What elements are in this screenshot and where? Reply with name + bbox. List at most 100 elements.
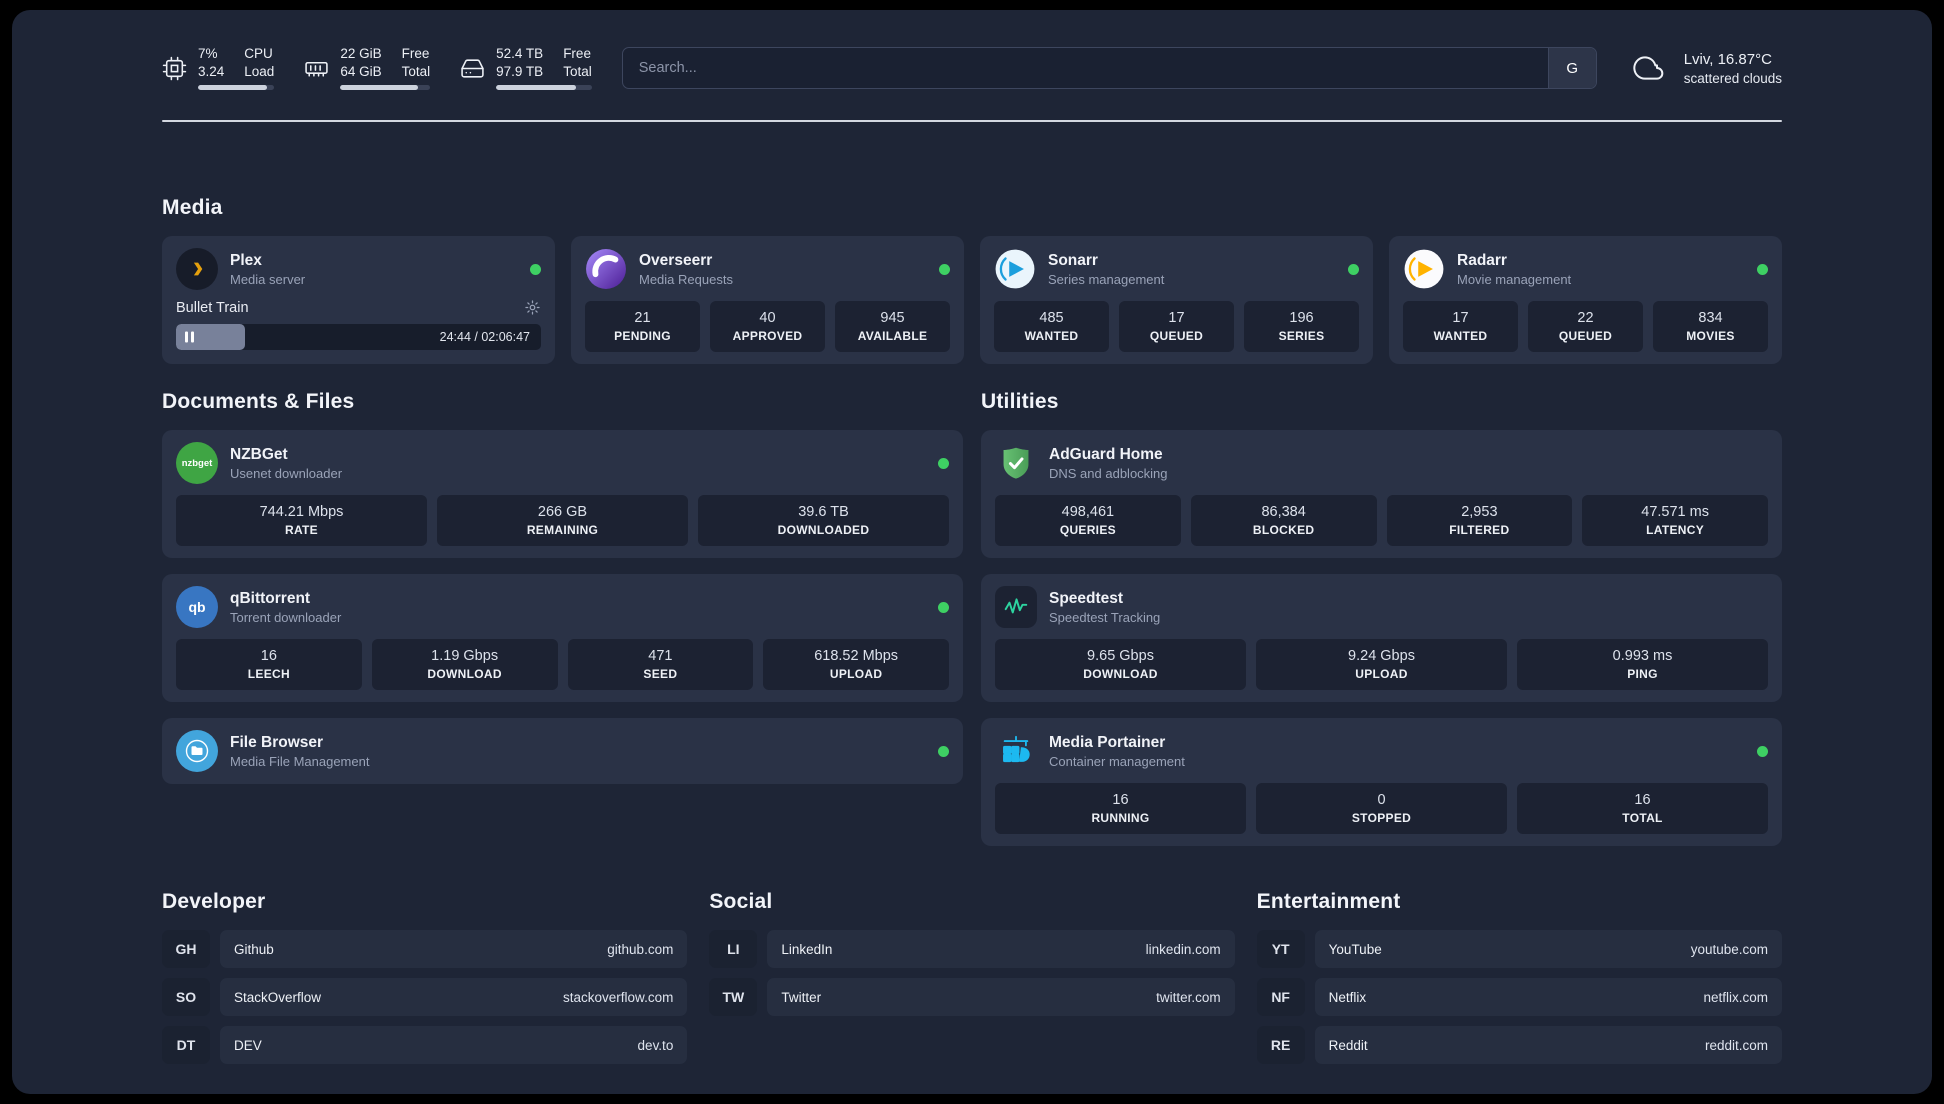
disk-widget: 52.4 TB 97.9 TB Free Total	[460, 46, 592, 90]
app-subtitle: Media File Management	[230, 753, 370, 769]
stat-wanted: 17 WANTED	[1403, 301, 1518, 352]
cpu-widget: 7% 3.24 CPU Load	[162, 46, 275, 90]
bookmark-row-github: GH Github github.com	[162, 930, 688, 968]
developer-section: Developer GH Github github.com SO StackO…	[162, 890, 688, 1064]
radarr-card[interactable]: Radarr Movie management 17 WANTED 22 QUEUE…	[1389, 236, 1782, 364]
bookmark-link-stackoverflow[interactable]: StackOverflow stackoverflow.com	[220, 978, 688, 1016]
ram-free-value: 22 GiB	[340, 46, 382, 61]
stat-remaining: 266 GB REMAINING	[437, 495, 688, 546]
portainer-card[interactable]: Media Portainer Container management 16 R…	[981, 718, 1782, 846]
nzbget-card[interactable]: nzbget NZBGet Usenet downloader 744.21 M…	[162, 430, 963, 558]
cloud-icon	[1627, 52, 1671, 84]
playback-progress-bar[interactable]: 24:44 / 02:06:47	[176, 324, 541, 350]
overseerr-card[interactable]: Overseerr Media Requests 21 PENDING 40 APP…	[571, 236, 964, 364]
app-name: AdGuard Home	[1049, 445, 1163, 463]
app-subtitle: Container management	[1049, 753, 1185, 769]
stat-upload: 9.24 Gbps UPLOAD	[1256, 639, 1507, 690]
speedtest-card[interactable]: Speedtest Speedtest Tracking 9.65 Gbps DO…	[981, 574, 1782, 702]
section-title-documents: Documents & Files	[162, 390, 355, 413]
bookmark-link-reddit[interactable]: Reddit reddit.com	[1314, 1026, 1782, 1064]
adguard-shield-icon	[995, 442, 1037, 484]
status-dot	[939, 263, 950, 275]
status-dot	[1348, 263, 1359, 275]
app-subtitle: Usenet downloader	[230, 465, 343, 481]
app-subtitle: DNS and adblocking	[1049, 465, 1168, 481]
stat-leech: 16 LEECH	[176, 639, 362, 690]
now-playing-title: Bullet Train	[176, 299, 249, 316]
status-dot	[1757, 745, 1768, 757]
app-name: Media Portainer	[1049, 733, 1166, 751]
pause-icon[interactable]	[185, 331, 194, 343]
app-subtitle: Movie management	[1457, 271, 1572, 287]
ram-widget: 22 GiB 64 GiB Free Total	[304, 46, 431, 90]
status-dot	[530, 263, 541, 275]
stat-upload: 618.52 Mbps UPLOAD	[763, 639, 949, 690]
stat-queued: 17 QUEUED	[1119, 301, 1234, 352]
bookmark-abbr: NF	[1256, 978, 1305, 1016]
weather-widget: Lviv, 16.87°C scattered clouds	[1627, 51, 1782, 86]
disk-bar	[496, 85, 592, 90]
cpu-chip-icon	[162, 56, 187, 81]
plex-icon	[176, 248, 218, 290]
search-input[interactable]	[622, 48, 1548, 88]
cpu-label: CPU	[244, 46, 273, 61]
cpu-usage-value: 7%	[198, 46, 218, 61]
plex-card[interactable]: Plex Media server Bullet Train 24:44 / 0…	[162, 236, 555, 364]
sonarr-card[interactable]: Sonarr Series management 485 WANTED 17 QUE…	[980, 236, 1373, 364]
bookmark-abbr: TW	[709, 978, 758, 1016]
app-name: Plex	[230, 251, 262, 269]
filebrowser-icon	[176, 730, 218, 772]
cpu-load-value: 3.24	[198, 64, 225, 79]
stat-download: 9.65 Gbps DOWNLOAD	[995, 639, 1246, 690]
nzbget-icon: nzbget	[176, 442, 218, 484]
stat-blocked: 86,384 BLOCKED	[1190, 495, 1377, 546]
app-name: Overseerr	[639, 251, 713, 269]
stat-running: 16 RUNNING	[995, 783, 1246, 834]
stat-total: 16 TOTAL	[1517, 783, 1768, 834]
sonarr-icon	[994, 248, 1036, 290]
social-section: Social LI LinkedIn linkedin.com TW Twitt…	[709, 890, 1235, 1064]
bookmark-link-dev[interactable]: DEV dev.to	[220, 1026, 688, 1064]
hard-drive-icon	[460, 56, 485, 81]
stat-rate: 744.21 Mbps RATE	[176, 495, 427, 546]
radarr-icon	[1403, 248, 1445, 290]
status-dot	[1757, 263, 1768, 275]
dashboard-screen: 7% 3.24 CPU Load 22 GiB 64 GiB Free Tota…	[0, 0, 1944, 1104]
bookmark-abbr: RE	[1256, 1026, 1305, 1064]
stat-latency: 47.571 ms LATENCY	[1582, 495, 1768, 546]
app-subtitle: Media Requests	[639, 271, 733, 287]
bookmark-link-netflix[interactable]: Netflix netflix.com	[1314, 978, 1782, 1016]
stat-downloaded: 39.6 TB DOWNLOADED	[698, 495, 949, 546]
qbittorrent-card[interactable]: qb qBittorrent Torrent downloader 16 LEEC…	[162, 574, 963, 702]
bookmark-abbr: DT	[162, 1026, 210, 1064]
dashboard-panel: 7% 3.24 CPU Load 22 GiB 64 GiB Free Tota…	[12, 10, 1932, 1094]
topbar-divider	[162, 120, 1782, 122]
bookmark-row-twitter: TW Twitter twitter.com	[709, 978, 1235, 1016]
cpu-bar	[198, 85, 275, 90]
bookmark-row-linkedin: LI LinkedIn linkedin.com	[709, 930, 1235, 968]
stat-series: 196 SERIES	[1244, 301, 1359, 352]
bookmark-row-stackoverflow: SO StackOverflow stackoverflow.com	[162, 978, 688, 1016]
status-dot	[938, 601, 949, 613]
ram-icon	[304, 56, 329, 81]
documents-section: Documents & Files nzbget NZBGet Usenet d…	[162, 390, 963, 784]
stat-seed: 471 SEED	[567, 639, 754, 690]
bookmark-link-linkedin[interactable]: LinkedIn linkedin.com	[767, 930, 1235, 968]
bookmark-row-netflix: NF Netflix netflix.com	[1256, 978, 1782, 1016]
adguard-card[interactable]: AdGuard Home DNS and adblocking 498,461 Q…	[981, 430, 1782, 558]
bookmark-link-github[interactable]: Github github.com	[220, 930, 688, 968]
system-widgets: 7% 3.24 CPU Load 22 GiB 64 GiB Free Tota…	[162, 46, 592, 90]
gear-icon[interactable]	[524, 299, 541, 316]
bookmark-link-twitter[interactable]: Twitter twitter.com	[767, 978, 1235, 1016]
ram-bar	[340, 85, 431, 90]
topbar: 7% 3.24 CPU Load 22 GiB 64 GiB Free Tota…	[162, 46, 1782, 90]
stat-movies: 834 MOVIES	[1653, 301, 1768, 352]
app-name: File Browser	[230, 733, 324, 751]
filebrowser-card[interactable]: File Browser Media File Management	[162, 718, 963, 784]
section-title-media: Media	[162, 196, 223, 219]
bookmark-link-youtube[interactable]: YouTube youtube.com	[1314, 930, 1782, 968]
search-engine-button[interactable]: G	[1547, 48, 1596, 88]
stat-stopped: 0 STOPPED	[1256, 783, 1507, 834]
status-dot	[938, 745, 949, 757]
ram-total-value: 64 GiB	[340, 64, 382, 79]
